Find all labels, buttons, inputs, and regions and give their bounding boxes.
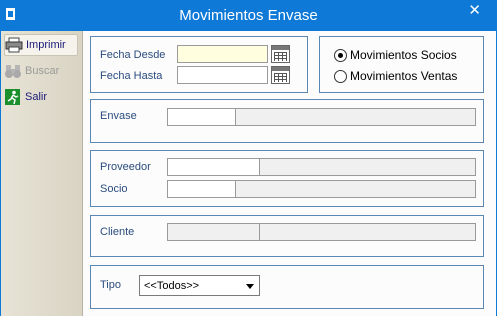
cliente-label: Cliente [100,226,135,238]
window-body: Imprimir Buscar Salir Fecha Desde Fecha … [0,31,497,316]
exit-icon [4,89,22,105]
socio-code-input[interactable] [167,180,236,198]
search-button-label: Buscar [25,65,60,77]
envase-description-field [235,108,476,126]
printer-icon [5,37,23,53]
proveedor-socio-group: Proveedor Socio [90,150,484,207]
envase-code-input[interactable] [167,108,236,126]
chevron-down-icon [246,284,254,289]
date-range-group: Fecha Desde Fecha Hasta [90,36,308,93]
title-bar: Movimientos Envase ✕ [0,0,497,31]
close-icon[interactable]: ✕ [468,3,481,18]
proveedor-code-input[interactable] [167,158,260,176]
date-from-calendar-icon[interactable] [271,45,290,63]
radio-movimientos-socios[interactable]: Movimientos Socios [334,48,457,62]
date-to-calendar-icon[interactable] [271,66,290,84]
exit-button[interactable]: Salir [4,86,78,108]
movement-type-group: Movimientos Socios Movimientos Ventas [319,36,484,93]
proveedor-label: Proveedor [100,161,151,173]
search-button[interactable]: Buscar [4,60,78,82]
binoculars-icon [4,63,22,79]
radio-socios-label: Movimientos Socios [350,48,457,62]
cliente-code-input[interactable] [167,223,260,241]
print-button-label: Imprimir [26,39,66,51]
envase-label: Envase [100,110,137,122]
envase-group: Envase [90,99,484,143]
window-title: Movimientos Envase [179,7,318,24]
tipo-select[interactable]: <<Todos>> [139,275,260,296]
cliente-description-field [259,223,476,241]
date-to-label: Fecha Hasta [100,70,163,82]
radio-ventas-indicator [334,69,347,83]
exit-button-label: Salir [25,91,48,103]
radio-socios-indicator [334,48,347,62]
tipo-group: Tipo <<Todos>> [90,265,484,309]
radio-movimientos-ventas[interactable]: Movimientos Ventas [334,69,457,83]
tipo-label: Tipo [100,279,121,291]
date-from-label: Fecha Desde [100,49,166,61]
cliente-group: Cliente [90,215,484,257]
date-from-input[interactable] [177,45,268,63]
socio-description-field [235,180,476,198]
radio-ventas-label: Movimientos Ventas [350,69,458,83]
socio-label: Socio [100,183,128,195]
tipo-select-value: <<Todos>> [144,280,200,292]
proveedor-description-field [259,158,476,176]
print-button[interactable]: Imprimir [4,34,78,56]
date-to-input[interactable] [177,66,268,84]
side-toolbar: Imprimir Buscar Salir [1,31,83,316]
